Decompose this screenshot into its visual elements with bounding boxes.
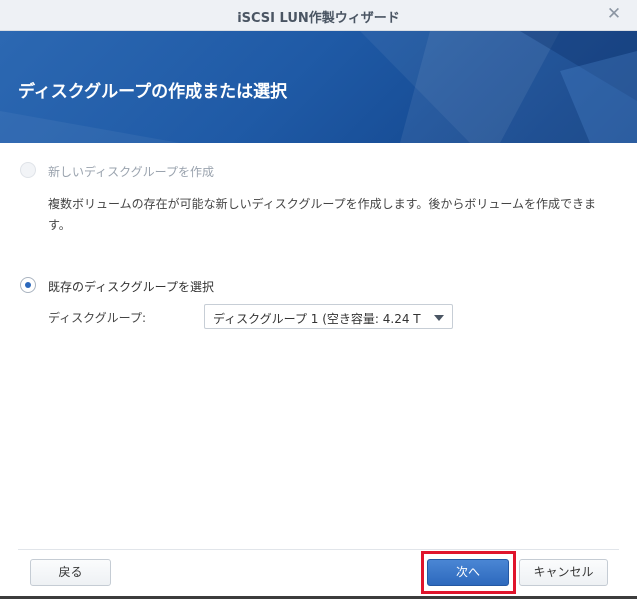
create-new-label: 新しいディスクグループを作成 [48,165,214,179]
next-button-highlight [421,551,516,594]
disk-group-value: ディスクグループ 1 (空き容量: 4.24 T [213,312,421,326]
page-title: ディスクグループの作成または選択 [18,82,288,102]
create-new-radio[interactable] [20,162,36,178]
chevron-down-icon [434,315,444,321]
select-existing-label: 既存のディスクグループを選択 [48,280,214,294]
disk-group-select[interactable]: ディスクグループ 1 (空き容量: 4.24 T [204,304,453,329]
close-icon[interactable]: ✕ [605,5,623,23]
create-new-description: 複数ボリュームの存在が可能な新しいディスクグループを作成します。後からボリューム… [48,197,597,232]
back-button[interactable]: 戻る [30,559,111,586]
window-title: iSCSI LUN作製ウィザード [237,11,400,26]
cancel-button[interactable]: キャンセル [519,559,608,586]
title-bar: iSCSI LUN作製ウィザード ✕ [0,0,637,31]
header-banner: ディスクグループの作成または選択 [0,31,637,143]
disk-group-label: ディスクグループ: [48,311,147,325]
select-existing-radio[interactable] [20,277,36,293]
footer-divider [18,549,619,550]
wizard-window: iSCSI LUN作製ウィザード ✕ ディスクグループの作成または選択 新しいデ… [0,0,637,599]
